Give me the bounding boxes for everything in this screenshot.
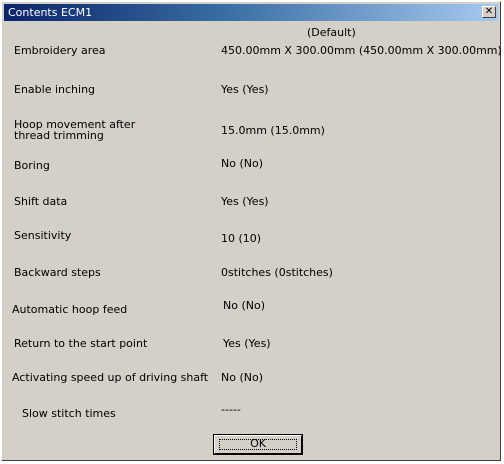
value-automatic-hoop-feed: No (No) <box>223 299 265 312</box>
label-automatic-hoop-feed: Automatic hoop feed <box>12 303 128 316</box>
close-button[interactable]: ✕ <box>482 6 496 18</box>
window-title: Contents ECM1 <box>8 6 93 19</box>
close-icon: ✕ <box>484 6 494 17</box>
label-sensitivity: Sensitivity <box>14 229 72 242</box>
value-activating-speed-up: No (No) <box>221 371 263 384</box>
label-hoop-movement: Hoop movement after thread trimming <box>14 118 136 142</box>
dialog-window: Contents ECM1 ✕ (Default) Embroidery are… <box>1 1 502 461</box>
label-return-to-start: Return to the start point <box>14 337 148 350</box>
label-embroidery-area: Embroidery area <box>14 44 106 57</box>
label-shift-data: Shift data <box>14 195 68 208</box>
value-return-to-start: Yes (Yes) <box>223 337 271 350</box>
value-embroidery-area: 450.00mm X 300.00mm (450.00mm X 300.00mm… <box>221 44 502 57</box>
label-enable-inching: Enable inching <box>14 83 96 96</box>
value-slow-stitch-times: ----- <box>221 403 241 416</box>
value-enable-inching: Yes (Yes) <box>221 83 269 96</box>
value-shift-data: Yes (Yes) <box>221 195 269 208</box>
title-bar[interactable]: Contents ECM1 ✕ <box>4 4 498 21</box>
label-activating-speed-up: Activating speed up of driving shaft <box>12 371 209 384</box>
ok-button[interactable]: OK <box>213 434 303 455</box>
value-sensitivity: 10 (10) <box>221 232 262 245</box>
focus-rectangle <box>219 439 297 450</box>
label-slow-stitch-times: Slow stitch times <box>22 407 116 420</box>
default-column-header: (Default) <box>307 26 356 39</box>
value-backward-steps: 0stitches (0stitches) <box>221 266 333 279</box>
value-boring: No (No) <box>221 157 263 170</box>
label-boring: Boring <box>14 159 50 172</box>
label-backward-steps: Backward steps <box>14 266 101 279</box>
value-hoop-movement: 15.0mm (15.0mm) <box>221 124 325 137</box>
